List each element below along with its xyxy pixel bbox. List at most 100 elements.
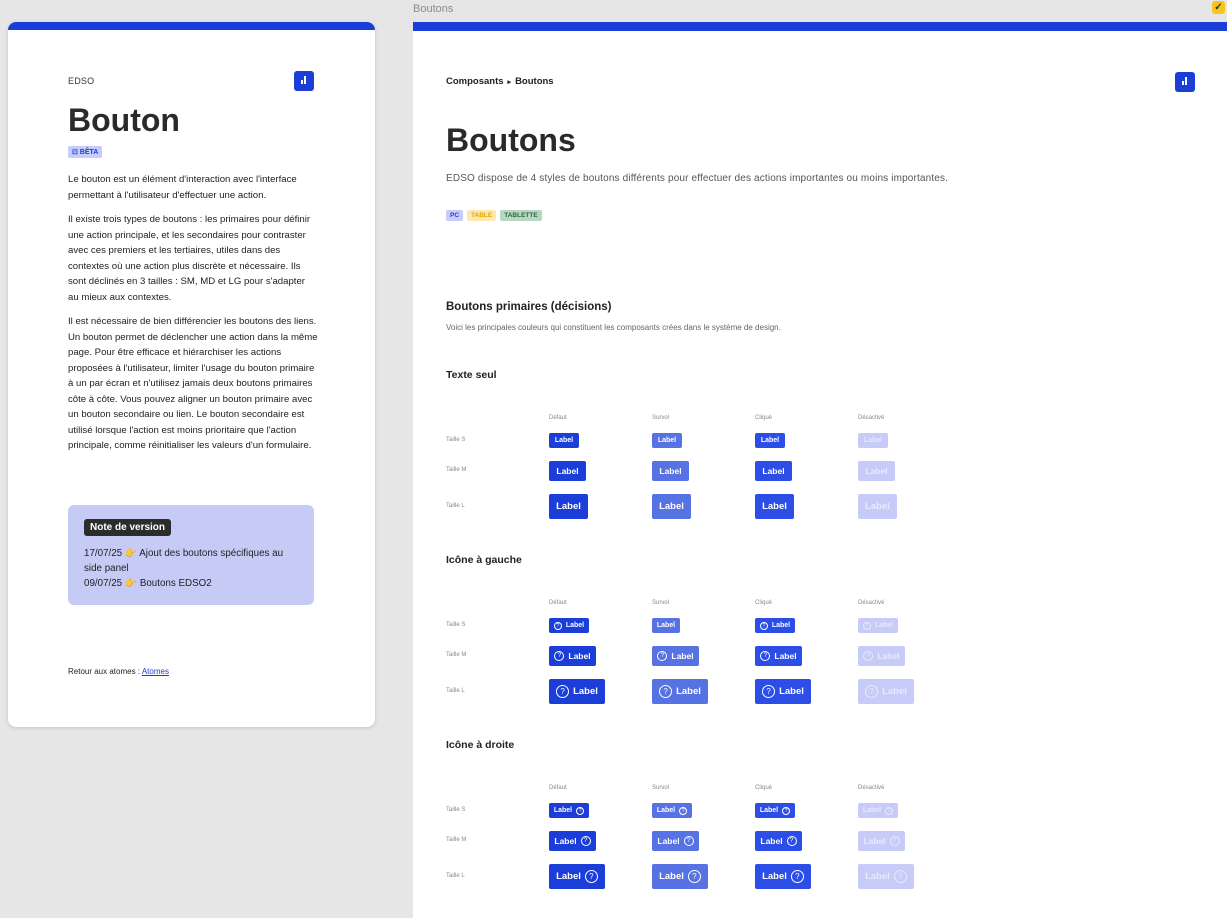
help-circle-icon: ? — [553, 621, 562, 630]
button-label: Label — [865, 501, 890, 512]
button-label: Label — [760, 437, 780, 444]
page-subtitle: EDSO dispose de 4 styles de boutons diff… — [446, 173, 949, 184]
button-label: Label — [774, 651, 797, 661]
tag-table: TABLE — [467, 210, 497, 221]
button-default-s[interactable]: ? Label — [549, 618, 589, 633]
button-default-m[interactable]: Label? — [549, 831, 596, 851]
button-label: Label — [865, 466, 888, 476]
button-label: Label — [874, 622, 894, 629]
column-header: Survol — [652, 785, 670, 791]
button-label: Label — [759, 807, 779, 814]
button-clicked-l[interactable]: Label? — [755, 864, 811, 889]
help-circle-icon: ? — [576, 806, 585, 815]
button-label: Label — [556, 466, 579, 476]
paragraph: Le bouton est un élément d'interaction a… — [68, 174, 297, 201]
help-circle-icon: ? — [790, 870, 804, 883]
check-badge-icon[interactable]: ✓ — [1212, 1, 1225, 14]
button-clicked-l[interactable]: ? Label — [755, 679, 811, 704]
button-disabled-s: Label — [858, 433, 888, 448]
button-disabled-l: ? Label — [858, 679, 914, 704]
button-default-m[interactable]: ? Label — [549, 646, 596, 666]
button-clicked-s[interactable]: Label — [755, 433, 785, 448]
help-circle-icon: ? — [580, 836, 591, 846]
button-label: Label — [656, 807, 676, 814]
back-to-atoms: Retour aux atomes : Atomes — [68, 667, 169, 676]
button-clicked-m[interactable]: Label — [755, 461, 792, 481]
button-hover-m[interactable]: Label — [652, 461, 689, 481]
button-disabled-l: Label? — [858, 864, 914, 889]
block-title: Icône à droite — [446, 739, 515, 751]
pointing-hand-icon: 👉 — [124, 548, 138, 559]
version-entry: 09/07/25 👉 Boutons EDSO2 — [84, 578, 212, 589]
row-label: Taille M — [446, 837, 467, 843]
button-clicked-m[interactable]: Label? — [755, 831, 802, 851]
button-default-s[interactable]: Label? — [549, 803, 589, 818]
button-hover-m[interactable]: Label? — [652, 831, 699, 851]
row-label: Taille M — [446, 467, 467, 473]
button-hover-m[interactable]: ? Label — [652, 646, 699, 666]
button-clicked-m[interactable]: ? Label — [755, 646, 802, 666]
button-label: Label — [659, 871, 684, 882]
button-label: Label — [556, 501, 581, 512]
edso-logo-icon — [1175, 72, 1195, 92]
help-circle-icon: ? — [556, 685, 570, 698]
help-circle-icon: ? — [760, 651, 771, 661]
help-circle-icon: ? — [862, 621, 871, 630]
help-circle-icon: ? — [786, 836, 797, 846]
button-label: Label — [659, 466, 682, 476]
column-header: Défaut — [549, 415, 567, 421]
button-disabled-s: Label? — [858, 803, 898, 818]
frame-label: Boutons — [413, 3, 454, 15]
row-label: Taille M — [446, 652, 467, 658]
button-default-l[interactable]: Label — [549, 494, 588, 519]
help-circle-icon: ? — [759, 621, 768, 630]
button-default-l[interactable]: Label? — [549, 864, 605, 889]
button-matrix: Icône à droite Défaut Survol Cliqué Désactiv… — [446, 739, 1046, 909]
button-default-s[interactable]: Label — [549, 433, 579, 448]
button-hover-s[interactable]: Label — [652, 618, 680, 633]
column-header: Défaut — [549, 785, 567, 791]
button-label: Label — [877, 651, 900, 661]
column-header: Défaut — [549, 600, 567, 606]
version-note: Note de version 17/07/25 👉 Ajout des bou… — [68, 505, 314, 605]
column-header: Désactivé — [858, 415, 885, 421]
button-hover-s[interactable]: Label? — [652, 803, 692, 818]
button-label: Label — [554, 437, 574, 444]
button-label: Label — [556, 871, 581, 882]
panel-top-bar — [413, 22, 1227, 31]
button-default-m[interactable]: Label — [549, 461, 586, 481]
button-label: Label — [676, 686, 701, 697]
help-circle-icon: ? — [679, 806, 688, 815]
breadcrumb-parent[interactable]: Composants — [446, 76, 504, 87]
button-hover-l[interactable]: Label — [652, 494, 691, 519]
column-header: Désactivé — [858, 785, 885, 791]
buttons-page: Composants ▸ Boutons Boutons EDSO dispose … — [413, 22, 1227, 918]
button-hover-l[interactable]: ? Label — [652, 679, 708, 704]
row-label: Taille S — [446, 806, 466, 813]
button-label: Label — [762, 501, 787, 512]
button-disabled-m: Label? — [858, 831, 905, 851]
help-circle-icon: ? — [762, 685, 776, 698]
help-circle-icon: ? — [683, 836, 694, 846]
block-title: Texte seul — [446, 369, 497, 381]
help-circle-icon: ? — [889, 836, 900, 846]
button-clicked-s[interactable]: Label? — [755, 803, 795, 818]
button-label: Label — [762, 871, 787, 882]
button-default-l[interactable]: ? Label — [549, 679, 605, 704]
paragraph: Il est nécessaire de bien différencier l… — [68, 316, 318, 451]
column-header: Cliqué — [755, 415, 773, 421]
card-description: Le bouton est un élément d'interaction a… — [68, 172, 318, 463]
button-clicked-s[interactable]: ? Label — [755, 618, 795, 633]
tag-tablette: TABLETTE — [500, 210, 542, 221]
button-clicked-l[interactable]: Label — [755, 494, 794, 519]
button-label: Label — [554, 836, 577, 846]
help-circle-icon: ? — [885, 806, 894, 815]
edso-logo-icon — [294, 71, 314, 91]
button-label: Label — [657, 836, 680, 846]
button-label: Label — [760, 836, 783, 846]
button-label: Label — [573, 686, 598, 697]
button-hover-s[interactable]: Label — [652, 433, 682, 448]
button-hover-l[interactable]: Label? — [652, 864, 708, 889]
column-header: Cliqué — [755, 785, 773, 791]
atoms-link[interactable]: Atomes — [142, 667, 169, 676]
